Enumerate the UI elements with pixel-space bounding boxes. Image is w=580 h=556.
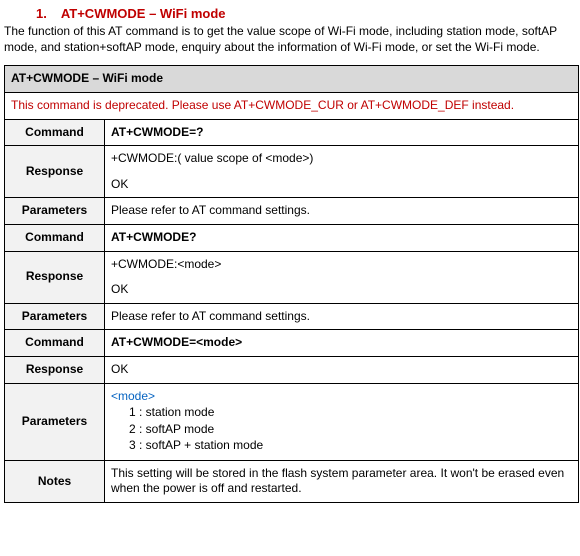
row-label-command: Command [5, 119, 105, 146]
table-row: Response +CWMODE:<mode> OK [5, 251, 579, 303]
command-value: AT+CWMODE? [105, 224, 579, 251]
response-value: +CWMODE:( value scope of <mode>) OK [105, 146, 579, 198]
table-row: Command AT+CWMODE=? [5, 119, 579, 146]
deprecated-row: This command is deprecated. Please use A… [5, 92, 579, 119]
response-line: +CWMODE:<mode> [111, 257, 572, 273]
response-value: OK [105, 356, 579, 383]
command-value: AT+CWMODE=? [105, 119, 579, 146]
at-command-table: AT+CWMODE – WiFi mode This command is de… [4, 65, 579, 503]
parameters-value: Please refer to AT command settings. [105, 198, 579, 225]
section-heading: 1. AT+CWMODE – WiFi mode [36, 6, 578, 21]
row-label-command: Command [5, 224, 105, 251]
parameters-value: Please refer to AT command settings. [105, 303, 579, 330]
table-row: Parameters Please refer to AT command se… [5, 198, 579, 225]
table-row: Parameters Please refer to AT command se… [5, 303, 579, 330]
row-label-parameters: Parameters [5, 198, 105, 225]
command-value: AT+CWMODE=<mode> [105, 330, 579, 357]
table-row: Command AT+CWMODE=<mode> [5, 330, 579, 357]
intro-paragraph: The function of this AT command is to ge… [4, 23, 576, 55]
response-ok: OK [111, 282, 572, 298]
row-label-notes: Notes [5, 460, 105, 502]
response-ok: OK [111, 177, 572, 193]
list-item: 3 : softAP + station mode [129, 438, 572, 454]
response-value: +CWMODE:<mode> OK [105, 251, 579, 303]
row-label-parameters: Parameters [5, 383, 105, 460]
page: 1. AT+CWMODE – WiFi mode The function of… [0, 0, 580, 511]
table-title: AT+CWMODE – WiFi mode [5, 66, 579, 93]
mode-list: 1 : station mode 2 : softAP mode 3 : sof… [111, 405, 572, 454]
heading-number: 1. [36, 6, 47, 21]
row-label-response: Response [5, 356, 105, 383]
row-label-response: Response [5, 146, 105, 198]
row-label-parameters: Parameters [5, 303, 105, 330]
deprecated-notice: This command is deprecated. Please use A… [5, 92, 579, 119]
table-row: Command AT+CWMODE? [5, 224, 579, 251]
row-label-response: Response [5, 251, 105, 303]
parameters-block: <mode> 1 : station mode 2 : softAP mode … [105, 383, 579, 460]
table-row: Notes This setting will be stored in the… [5, 460, 579, 502]
heading-title: AT+CWMODE – WiFi mode [61, 6, 226, 21]
notes-value: This setting will be stored in the flash… [105, 460, 579, 502]
response-line: +CWMODE:( value scope of <mode>) [111, 151, 572, 167]
mode-tag: <mode> [111, 389, 155, 403]
table-title-row: AT+CWMODE – WiFi mode [5, 66, 579, 93]
table-row: Parameters <mode> 1 : station mode 2 : s… [5, 383, 579, 460]
table-row: Response +CWMODE:( value scope of <mode>… [5, 146, 579, 198]
list-item: 1 : station mode [129, 405, 572, 421]
list-item: 2 : softAP mode [129, 422, 572, 438]
table-row: Response OK [5, 356, 579, 383]
row-label-command: Command [5, 330, 105, 357]
